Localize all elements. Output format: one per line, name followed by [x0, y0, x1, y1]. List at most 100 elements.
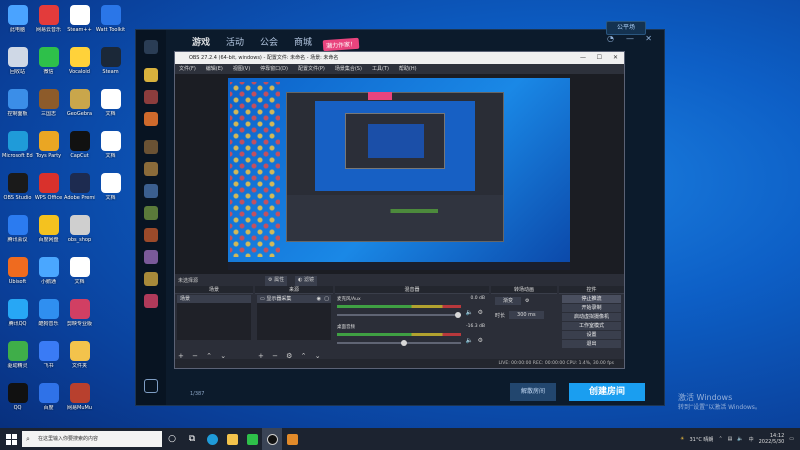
- sidebar-game-icon-11[interactable]: [144, 294, 158, 308]
- obs-menu-item[interactable]: 停靠窗口(D): [260, 64, 288, 74]
- obs-menu-item[interactable]: 文件(F): [179, 64, 196, 74]
- wechat-icon[interactable]: [242, 428, 262, 450]
- desktop-icon[interactable]: 三国志: [33, 86, 64, 128]
- desktop-icon[interactable]: 小鹅通: [33, 254, 64, 296]
- desktop-icon[interactable]: Microsoft Edge: [2, 128, 33, 170]
- desktop-icon[interactable]: Ubisoft: [2, 254, 33, 296]
- tab-store[interactable]: 商城: [294, 35, 312, 48]
- minimize-icon[interactable]: —: [626, 34, 634, 43]
- desktop-icon[interactable]: Steam++: [64, 2, 95, 44]
- sidebar-game-icon-10[interactable]: [144, 272, 158, 286]
- desktop-icon[interactable]: 剪映专业版: [64, 296, 95, 338]
- obs-menu-item[interactable]: 工具(T): [372, 64, 389, 74]
- sidebar-game-icon-1[interactable]: [144, 68, 158, 82]
- obs-menu-item[interactable]: 编辑(E): [206, 64, 223, 74]
- taskbar-search-box[interactable]: ⌕ 在这里输入你要搜索的内容: [22, 431, 162, 447]
- edge-icon[interactable]: [202, 428, 222, 450]
- scene-item[interactable]: 场景: [177, 295, 251, 303]
- eye-icon[interactable]: ◉: [317, 295, 321, 303]
- minimize-icon[interactable]: —: [580, 52, 586, 64]
- tray-chevron-icon[interactable]: ⌃: [718, 436, 722, 442]
- obs-menu-item[interactable]: 帮助(H): [399, 64, 417, 74]
- obs-menu-item[interactable]: 视图(V): [233, 64, 250, 74]
- volume-icon[interactable]: 🔈: [737, 436, 743, 442]
- desktop-icon[interactable]: QQ: [2, 380, 33, 422]
- transition-type-select[interactable]: 渐变: [495, 297, 522, 305]
- volume-fader[interactable]: [337, 342, 461, 344]
- obs-menu-item[interactable]: 配置文件(P): [298, 64, 325, 74]
- desktop-icon[interactable]: CapCut: [64, 128, 95, 170]
- close-icon[interactable]: ✕: [645, 34, 652, 43]
- mute-speaker-icon[interactable]: 🔈: [466, 309, 473, 316]
- start-button[interactable]: [0, 428, 22, 450]
- close-icon[interactable]: ✕: [613, 52, 618, 64]
- sidebar-game-icon-5[interactable]: [144, 162, 158, 176]
- file-explorer-icon[interactable]: [222, 428, 242, 450]
- gear-icon[interactable]: ⚙: [525, 298, 529, 304]
- create-room-button[interactable]: 创建房间: [569, 383, 645, 401]
- network-icon[interactable]: ▤: [728, 436, 733, 442]
- source-item[interactable]: ▭ 显示器采集 ◉ ▢: [257, 295, 331, 303]
- lock-icon[interactable]: ▢: [324, 295, 329, 303]
- tab-guild[interactable]: 公会: [260, 35, 278, 48]
- desktop-icon[interactable]: Toys Party: [33, 128, 64, 170]
- desktop-icon[interactable]: 文档: [95, 86, 126, 128]
- dismiss-room-button[interactable]: 解散房间: [510, 383, 556, 401]
- obs-menu-item[interactable]: 场景集合(S): [335, 64, 362, 74]
- notification-icon[interactable]: ▭: [789, 436, 794, 442]
- launcher-logo-icon[interactable]: [144, 40, 158, 54]
- clock[interactable]: 14:12 2022/5/30: [759, 433, 785, 445]
- desktop-icon[interactable]: 此电脑: [2, 2, 33, 44]
- desktop-icon[interactable]: 百度网盘: [33, 212, 64, 254]
- desktop-icon[interactable]: 飞书: [33, 338, 64, 380]
- desktop-icon[interactable]: GeoGebra: [64, 86, 95, 128]
- virtual-camera-button[interactable]: 启动虚拟摄像机: [562, 313, 621, 321]
- ime-lang[interactable]: 中: [749, 436, 754, 443]
- desktop-icon[interactable]: 酷狗音乐: [33, 296, 64, 338]
- cortana-icon[interactable]: ○: [162, 428, 182, 450]
- fair-mode-tag[interactable]: 公平场: [606, 21, 646, 35]
- desktop-icon[interactable]: Adobe Premiere: [64, 170, 95, 212]
- desktop-icon[interactable]: 驱动精灵: [2, 338, 33, 380]
- sidebar-game-icon-4[interactable]: [144, 140, 158, 154]
- volume-fader[interactable]: [337, 314, 461, 316]
- task-view-icon[interactable]: ⧉: [182, 428, 202, 450]
- desktop-icon[interactable]: Watt Toolkit: [95, 2, 126, 44]
- properties-button[interactable]: ⚙ 属性: [265, 276, 288, 286]
- tab-events[interactable]: 活动: [226, 35, 244, 48]
- sidebar-game-icon-7[interactable]: [144, 206, 158, 220]
- desktop-icon[interactable]: 腾讯QQ: [2, 296, 33, 338]
- desktop-icon[interactable]: 回收站: [2, 44, 33, 86]
- desktop-icon[interactable]: 文档: [95, 128, 126, 170]
- sidebar-game-icon-6[interactable]: [144, 184, 158, 198]
- sidebar-game-icon-3[interactable]: [144, 112, 158, 126]
- sidebar-game-icon-8[interactable]: [144, 228, 158, 242]
- obs-taskbar-icon[interactable]: [262, 428, 282, 450]
- stop-streaming-button[interactable]: 停止推流: [562, 295, 621, 303]
- chat-icon[interactable]: [144, 379, 158, 393]
- fader-knob[interactable]: [455, 312, 461, 318]
- maximize-icon[interactable]: ☐: [597, 52, 602, 64]
- sidebar-game-icon-2[interactable]: [144, 90, 158, 104]
- desktop-icon[interactable]: Vocaloid: [64, 44, 95, 86]
- desktop-icon[interactable]: 腾讯会议: [2, 212, 33, 254]
- gear-icon[interactable]: ⚙: [478, 309, 483, 316]
- desktop-icon[interactable]: WPS Office: [33, 170, 64, 212]
- mute-speaker-icon[interactable]: 🔈: [466, 337, 473, 344]
- tab-games[interactable]: 游戏: [192, 35, 210, 48]
- desktop-icon[interactable]: 控制面板: [2, 86, 33, 128]
- start-recording-button[interactable]: 开始录制: [562, 304, 621, 312]
- desktop-icon[interactable]: 微信: [33, 44, 64, 86]
- obs-preview-area[interactable]: [175, 74, 624, 274]
- sidebar-game-icon-9[interactable]: [144, 250, 158, 264]
- fader-knob[interactable]: [401, 340, 407, 346]
- exit-button[interactable]: 退出: [562, 340, 621, 348]
- desktop-icon[interactable]: 网易云音乐: [33, 2, 64, 44]
- desktop-icon[interactable]: 网易MuMu: [64, 380, 95, 422]
- desktop-icon[interactable]: 文档: [95, 170, 126, 212]
- desktop-icon[interactable]: 文件夹: [64, 338, 95, 380]
- duration-input[interactable]: 300 ms: [509, 311, 544, 319]
- settings-button[interactable]: 设置: [562, 331, 621, 339]
- filters-button[interactable]: ◐ 滤镜: [295, 276, 318, 286]
- game-launcher-taskbar-icon[interactable]: [282, 428, 302, 450]
